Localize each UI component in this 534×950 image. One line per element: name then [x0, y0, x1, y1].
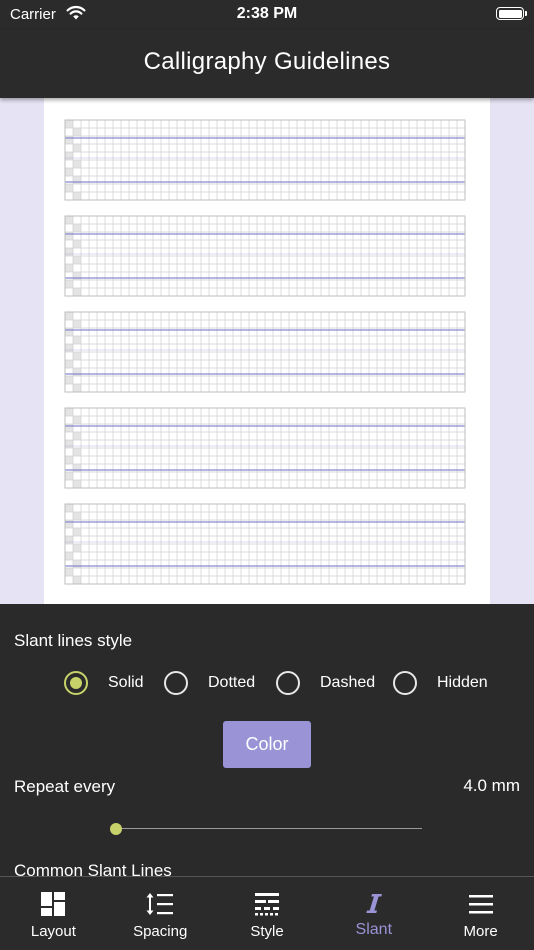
menu-icon [468, 895, 493, 914]
checker-cell [65, 328, 73, 336]
repeat-slider[interactable] [110, 822, 422, 836]
checker-cell [65, 568, 73, 576]
tab-more[interactable]: More [427, 877, 534, 950]
checker-cell [65, 360, 73, 368]
checker-cell [73, 288, 81, 296]
common-slant-title: Common Slant Lines [14, 861, 172, 876]
checker-cell [65, 520, 73, 528]
checker-cell [65, 536, 73, 544]
checker-cell [65, 120, 73, 128]
checker-cell [73, 528, 81, 536]
checker-cell [65, 408, 73, 416]
checker-cell [73, 320, 81, 328]
radio-circle[interactable] [64, 671, 88, 695]
checker-cell [73, 368, 81, 376]
checker-cell [65, 312, 73, 320]
repeat-value: 4.0 mm [463, 776, 520, 795]
checker-cell [73, 432, 81, 440]
checker-cell [65, 552, 73, 560]
layout-icon [41, 892, 66, 916]
checker-cell [65, 248, 73, 256]
radio-circle[interactable] [164, 671, 188, 695]
radio-circle[interactable] [276, 671, 300, 695]
checker-cell [73, 464, 81, 472]
checker-cell [73, 144, 81, 152]
checker-cell [73, 256, 81, 264]
tab-layout[interactable]: Layout [0, 877, 107, 950]
radio-label: Dotted [208, 674, 256, 691]
checker-cell [65, 440, 73, 448]
checker-cell [73, 416, 81, 424]
guideline-sheet [64, 119, 466, 585]
checker-cell [73, 240, 81, 248]
slant-style-title: Slant lines style [14, 631, 133, 650]
paper-sheet [44, 98, 490, 604]
radio-circle[interactable] [393, 671, 417, 695]
status-time: 2:38 PM [236, 5, 298, 22]
status-bar: Carrier 2:38 PM [0, 0, 534, 30]
radio-label: Hidden [437, 674, 488, 691]
color-button[interactable]: Color [223, 721, 311, 768]
slant-controls-panel: Slant lines style Solid Dotted Dashed Hi… [0, 604, 534, 876]
battery-icon [496, 7, 527, 20]
slider-track[interactable] [116, 828, 422, 829]
tab-label: Slant [355, 921, 393, 938]
slant-style-options: Solid Dotted Dashed Hidden [0, 670, 534, 696]
checker-cell [73, 560, 81, 568]
checker-cell [73, 224, 81, 232]
style-icon [254, 893, 279, 916]
checker-cell [73, 192, 81, 200]
checker-cell [65, 184, 73, 192]
checker-cell [73, 160, 81, 168]
spacing-icon [146, 893, 174, 915]
checker-cell [65, 344, 73, 352]
checker-cell [65, 232, 73, 240]
checker-cell [65, 152, 73, 160]
checker-cell [65, 168, 73, 176]
checker-cell [65, 376, 73, 384]
tab-label: More [463, 923, 498, 940]
checker-cell [73, 480, 81, 488]
radio-dotted[interactable]: Dotted [164, 670, 255, 696]
checker-cell [73, 544, 81, 552]
checker-cell [73, 352, 81, 360]
guidelines-preview [0, 98, 534, 604]
checker-cell [65, 456, 73, 464]
tab-bar: Layout Spacing Style Slant More [0, 876, 534, 950]
radio-dashed[interactable]: Dashed [276, 670, 375, 696]
tab-spacing[interactable]: Spacing [107, 877, 214, 950]
slant-icon [366, 894, 382, 913]
radio-label: Dashed [320, 674, 376, 691]
checker-cell [65, 216, 73, 224]
checker-cell [65, 280, 73, 288]
checker-cell [73, 448, 81, 456]
slider-thumb[interactable] [110, 823, 122, 835]
checker-cell [73, 176, 81, 184]
navigation-bar: Calligraphy Guidelines [0, 30, 534, 98]
tab-slant[interactable]: Slant [320, 877, 427, 950]
page-title: Calligraphy Guidelines [143, 48, 391, 75]
checker-cell [73, 384, 81, 392]
checker-cell [65, 264, 73, 272]
checker-cell [65, 472, 73, 480]
radio-solid[interactable]: Solid [64, 670, 144, 696]
radio-label: Solid [108, 674, 144, 691]
tab-label: Layout [30, 923, 76, 940]
tab-label: Style [250, 923, 284, 940]
checker-cell [73, 272, 81, 280]
checker-cell [65, 504, 73, 512]
repeat-label: Repeat every [14, 777, 116, 796]
checker-cell [73, 512, 81, 520]
checker-cell [73, 576, 81, 584]
checker-cell [65, 136, 73, 144]
radio-hidden[interactable]: Hidden [393, 670, 488, 696]
checker-cell [65, 424, 73, 432]
checker-cell [73, 336, 81, 344]
checker-cell [73, 128, 81, 136]
tab-style[interactable]: Style [214, 877, 321, 950]
tab-label: Spacing [133, 923, 188, 940]
